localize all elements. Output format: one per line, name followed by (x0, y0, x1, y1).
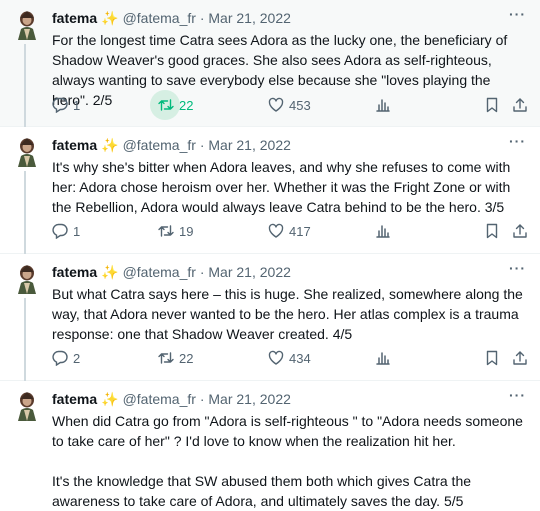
thread-connector (24, 171, 26, 254)
tweet-header: fatema ✨ @fatema_fr · Mar 21, 2022 (52, 390, 291, 408)
tweet-date[interactable]: Mar 21, 2022 (208, 391, 291, 407)
sparkles-icon: ✨ (101, 264, 119, 280)
thread-connector (24, 44, 26, 127)
sparkles-icon: ✨ (101, 10, 119, 26)
separator-dot: · (199, 137, 205, 153)
retweet-button[interactable]: 22 (150, 90, 194, 120)
retweet-button[interactable]: 19 (158, 221, 193, 241)
tweet-date[interactable]: Mar 21, 2022 (208, 137, 291, 153)
retweet-count: 22 (179, 350, 194, 366)
retweet-count: 22 (179, 97, 194, 113)
analytics-button[interactable] (375, 95, 391, 115)
bookmark-icon (484, 223, 500, 239)
more-options-icon[interactable]: ··· (509, 387, 526, 403)
author-handle[interactable]: @fatema_fr (123, 10, 196, 26)
tweet-paragraph: It's the knowledge that SW abused them b… (52, 473, 472, 509)
avatar[interactable] (14, 137, 40, 167)
avatar[interactable] (14, 10, 40, 40)
heart-icon (268, 97, 284, 113)
retweet-count: 19 (179, 223, 194, 239)
like-button[interactable]: 453 (268, 95, 311, 115)
thread: fatema ✨ @fatema_fr · Mar 21, 2022 ··· For… (0, 0, 540, 511)
bookmark-button[interactable] (484, 221, 500, 241)
reply-count: 1 (73, 97, 81, 113)
reply-count: 1 (73, 223, 81, 239)
author-name[interactable]: fatema (52, 391, 97, 407)
avatar[interactable] (14, 264, 40, 294)
analytics-icon (375, 97, 391, 113)
tweet-actions: 1 19 417 (52, 221, 540, 241)
heart-icon (268, 223, 284, 239)
reply-icon (52, 223, 68, 239)
like-count: 453 (289, 97, 311, 113)
avatar[interactable] (14, 391, 40, 421)
share-button[interactable] (512, 95, 528, 115)
sparkles-icon: ✨ (101, 391, 119, 407)
more-options-icon[interactable]: ··· (509, 6, 526, 22)
analytics-icon (375, 223, 391, 239)
author-handle[interactable]: @fatema_fr (123, 137, 196, 153)
like-count: 417 (289, 223, 311, 239)
retweet-button[interactable]: 22 (158, 348, 193, 368)
tweet-5[interactable]: fatema ✨ @fatema_fr · Mar 21, 2022 ··· Whe… (0, 381, 540, 511)
tweet-text: But what Catra says here – this is huge.… (52, 284, 528, 344)
share-button[interactable] (512, 348, 528, 368)
reply-button[interactable]: 1 (52, 221, 80, 241)
like-count: 434 (289, 350, 311, 366)
share-button[interactable] (512, 221, 528, 241)
author-handle[interactable]: @fatema_fr (123, 264, 196, 280)
tweet-actions: 1 22 453 (52, 90, 540, 120)
tweet-2[interactable]: fatema ✨ @fatema_fr · Mar 21, 2022 ··· For… (0, 0, 540, 127)
tweet-actions: 2 22 434 (52, 348, 540, 368)
share-icon (512, 350, 528, 366)
more-options-icon[interactable]: ··· (509, 260, 526, 276)
like-button[interactable]: 417 (268, 221, 311, 241)
analytics-button[interactable] (375, 221, 391, 241)
tweet-text: When did Catra go from "Adora is self-ri… (52, 411, 528, 511)
tweet-header: fatema ✨ @fatema_fr · Mar 21, 2022 (52, 263, 291, 281)
retweet-icon (158, 223, 174, 239)
reply-count: 2 (73, 350, 81, 366)
separator-dot: · (199, 10, 205, 26)
reply-icon (52, 97, 68, 113)
author-name[interactable]: fatema (52, 264, 97, 280)
separator-dot: · (199, 391, 205, 407)
thread-connector (24, 298, 26, 381)
tweet-3[interactable]: fatema ✨ @fatema_fr · Mar 21, 2022 ··· It'… (0, 127, 540, 254)
tweet-date[interactable]: Mar 21, 2022 (208, 10, 291, 26)
author-handle[interactable]: @fatema_fr (123, 391, 196, 407)
analytics-icon (375, 350, 391, 366)
tweet-text: It's why she's bitter when Adora leaves,… (52, 157, 528, 217)
bookmark-button[interactable] (484, 348, 500, 368)
more-options-icon[interactable]: ··· (509, 133, 526, 149)
reply-button[interactable]: 2 (52, 348, 80, 368)
heart-icon (268, 350, 284, 366)
author-name[interactable]: fatema (52, 10, 97, 26)
bookmark-button[interactable] (484, 95, 500, 115)
tweet-paragraph: When did Catra go from "Adora is self-ri… (52, 413, 523, 449)
tweet-paragraph: It's why she's bitter when Adora leaves,… (52, 159, 511, 215)
tweet-date[interactable]: Mar 21, 2022 (208, 264, 291, 280)
analytics-button[interactable] (375, 348, 391, 368)
tweet-header: fatema ✨ @fatema_fr · Mar 21, 2022 (52, 9, 291, 27)
like-button[interactable]: 434 (268, 348, 311, 368)
sparkles-icon: ✨ (101, 137, 119, 153)
retweet-icon (158, 350, 174, 366)
tweet-4[interactable]: fatema ✨ @fatema_fr · Mar 21, 2022 ··· But… (0, 254, 540, 381)
share-icon (512, 97, 528, 113)
tweet-header: fatema ✨ @fatema_fr · Mar 21, 2022 (52, 136, 291, 154)
retweet-icon (150, 90, 180, 120)
reply-button[interactable]: 1 (52, 95, 80, 115)
tweet-paragraph: But what Catra says here – this is huge.… (52, 286, 523, 342)
reply-icon (52, 350, 68, 366)
separator-dot: · (199, 264, 205, 280)
bookmark-icon (484, 97, 500, 113)
author-name[interactable]: fatema (52, 137, 97, 153)
share-icon (512, 223, 528, 239)
bookmark-icon (484, 350, 500, 366)
